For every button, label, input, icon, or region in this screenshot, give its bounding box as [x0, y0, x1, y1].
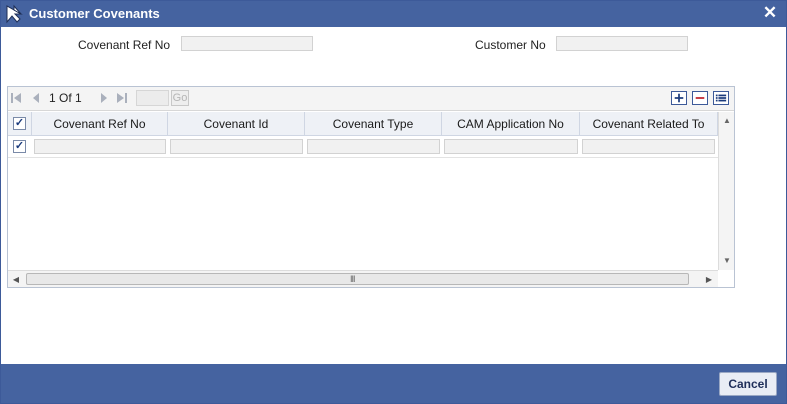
cell-cam-application-no[interactable]	[444, 139, 578, 154]
row-select-checkbox[interactable]: ✓	[13, 140, 26, 153]
go-button[interactable]: Go	[171, 90, 189, 106]
current-page: 1	[49, 91, 56, 105]
horizontal-scrollbar[interactable]: ◀ III ▶	[8, 270, 718, 287]
grid-pager: 1 Of 1 Go	[8, 87, 734, 111]
cell-covenant-id[interactable]	[170, 139, 303, 154]
cancel-button[interactable]: Cancel	[719, 372, 777, 396]
column-header-covenant-type[interactable]: Covenant Type	[305, 112, 442, 136]
title-bar: Customer Covenants ✕	[1, 1, 786, 27]
column-header-cam-application-no[interactable]: CAM Application No	[442, 112, 580, 136]
cell-covenant-type[interactable]	[307, 139, 440, 154]
grid-header: ✓ Covenant Ref No Covenant Id Covenant T…	[8, 112, 718, 136]
covenant-ref-label: Covenant Ref No	[78, 38, 171, 52]
first-page-icon[interactable]	[10, 91, 22, 105]
customer-covenants-window: Customer Covenants ✕ Covenant Ref No Cus…	[0, 0, 787, 404]
scroll-down-icon[interactable]: ▼	[722, 256, 732, 266]
close-icon[interactable]: ✕	[762, 4, 778, 22]
table-row: ✓	[8, 136, 718, 158]
customer-no-label: Customer No	[475, 38, 546, 52]
footer-bar: Cancel	[1, 364, 786, 403]
add-row-icon[interactable]	[671, 91, 687, 105]
scroll-right-icon[interactable]: ▶	[704, 275, 714, 285]
single-record-view-icon[interactable]	[713, 91, 729, 105]
window-title: Customer Covenants	[29, 6, 160, 21]
horizontal-scroll-thumb[interactable]: III	[26, 273, 689, 285]
select-all-checkbox[interactable]: ✓	[13, 117, 26, 130]
delete-row-icon[interactable]	[692, 91, 708, 105]
last-page-icon[interactable]	[116, 91, 128, 105]
cell-covenant-related-to[interactable]	[582, 139, 715, 154]
app-logo-icon	[6, 4, 23, 24]
prev-page-icon[interactable]	[30, 91, 42, 105]
cell-covenant-ref-no[interactable]	[34, 139, 166, 154]
page-number-input[interactable]	[136, 90, 169, 106]
covenant-ref-input[interactable]	[181, 36, 313, 51]
column-header-covenant-related-to[interactable]: Covenant Related To	[580, 112, 718, 136]
covenants-grid: 1 Of 1 Go ✓ Covenant Ref No Covenant Id …	[7, 86, 735, 288]
scroll-left-icon[interactable]: ◀	[11, 275, 21, 285]
column-header-covenant-id[interactable]: Covenant Id	[168, 112, 305, 136]
vertical-scrollbar[interactable]: ▲ ▼	[718, 112, 734, 270]
customer-no-input[interactable]	[556, 36, 688, 51]
total-pages: 1	[75, 91, 82, 105]
select-all-column: ✓	[8, 112, 32, 136]
scroll-up-icon[interactable]: ▲	[722, 116, 732, 126]
scroll-grip: III	[350, 274, 355, 284]
column-header-covenant-ref-no[interactable]: Covenant Ref No	[32, 112, 168, 136]
next-page-icon[interactable]	[98, 91, 110, 105]
of-label: Of	[59, 91, 72, 105]
page-indicator: 1 Of 1	[49, 91, 82, 105]
